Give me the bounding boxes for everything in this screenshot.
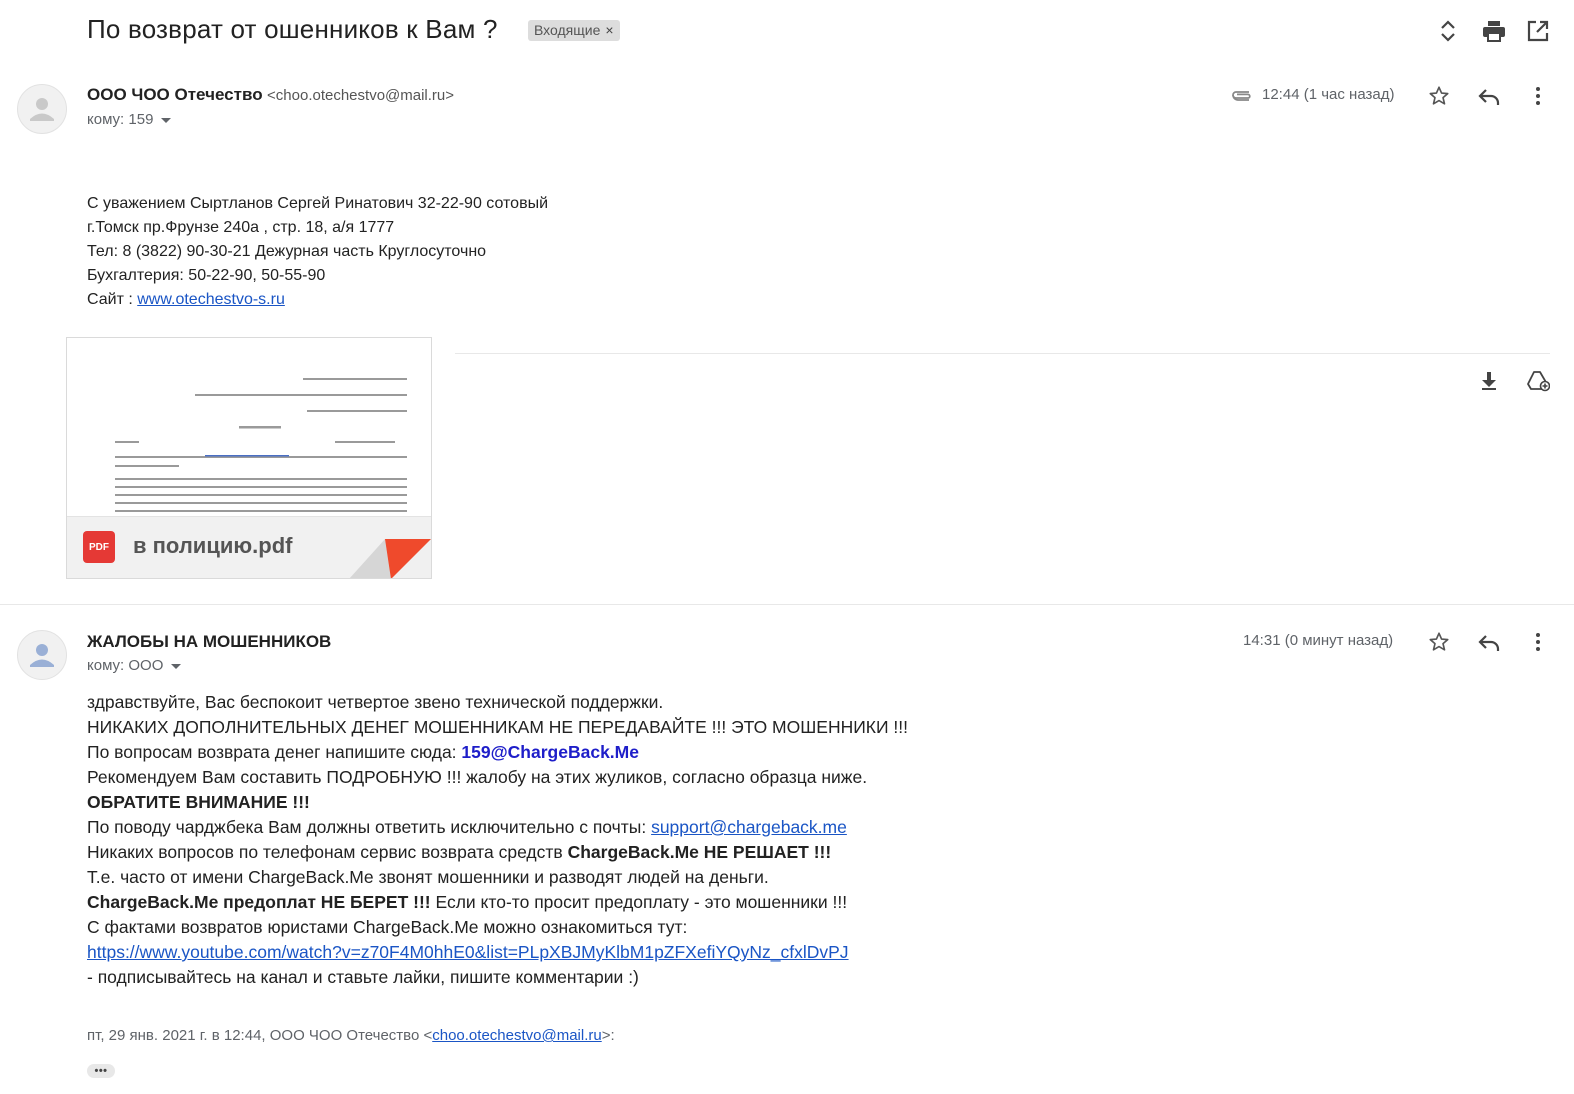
chevron-down-icon	[161, 117, 172, 123]
avatar	[17, 630, 67, 680]
recipients-text: кому: ООО	[87, 657, 164, 674]
open-in-new-window-icon[interactable]	[1523, 16, 1553, 46]
sender-email: <choo.otechestvo@mail.ru>	[267, 87, 455, 104]
signature-line: г.Томск пр.Фрунзе 240а , стр. 18, а/я 17…	[87, 219, 395, 236]
message-time: 12:44 (1 час назад)	[1262, 86, 1395, 103]
body-line-bold: ОБРАТИТЕ ВНИМАНИЕ !!!	[87, 792, 310, 812]
quote-prefix: пт, 29 янв. 2021 г. в 12:44, ООО ЧОО Оте…	[87, 1027, 433, 1044]
show-trimmed-content-button[interactable]: •••	[87, 1064, 115, 1078]
body-line: По поводу чарджбека Вам должны ответить …	[87, 815, 908, 840]
signature-line: С уважением Сыртланов Сергей Ринатович 3…	[87, 195, 549, 212]
body-text-bold: ChargeBack.Me предоплат НЕ БЕРЕТ !!!	[87, 892, 431, 912]
recipients-dropdown[interactable]: кому: 159	[87, 111, 172, 128]
message-body: здравствуйте, Вас беспокоит четвертое зв…	[87, 690, 908, 990]
message-divider	[0, 604, 1574, 605]
attachments-divider	[455, 353, 1550, 354]
more-vertical-icon[interactable]	[1522, 80, 1554, 112]
body-text: По вопросам возврата денег напишите сюда…	[87, 742, 462, 762]
star-icon[interactable]	[1423, 626, 1455, 658]
quote-suffix: >:	[601, 1027, 615, 1044]
body-line: ChargeBack.Me предоплат НЕ БЕРЕТ !!! Есл…	[87, 890, 908, 915]
attachment-preview	[67, 338, 431, 516]
paperclip-icon	[1229, 86, 1253, 104]
more-vertical-icon[interactable]	[1522, 626, 1554, 658]
message-time: 14:31 (0 минут назад)	[1243, 632, 1394, 649]
chevron-down-icon	[171, 663, 182, 669]
page-curl-icon	[349, 539, 431, 578]
body-line: Рекомендуем Вам составить ПОДРОБНУЮ !!! …	[87, 767, 868, 787]
sender-name: ЖАЛОБЫ НА МОШЕННИКОВ	[87, 632, 332, 651]
star-icon[interactable]	[1423, 80, 1455, 112]
quote-email-link[interactable]: choo.otechestvo@mail.ru	[432, 1027, 601, 1044]
support-email-link[interactable]: support@chargeback.me	[651, 817, 847, 837]
recipients-text: кому: 159	[87, 111, 154, 128]
message-body: С уважением Сыртланов Сергей Ринатович 3…	[87, 192, 548, 312]
body-line: здравствуйте, Вас беспокоит четвертое зв…	[87, 692, 664, 712]
body-text: Никаких вопросов по телефонам сервис воз…	[87, 842, 568, 862]
contact-email[interactable]: 159@ChargeBack.Me	[461, 742, 639, 762]
sender-name: ООО ЧОО Отечество	[87, 85, 263, 104]
signature-site-line: Сайт : www.otechestvo-s.ru	[87, 288, 548, 312]
body-text: По поводу чарджбека Вам должны ответить …	[87, 817, 652, 837]
signature-line: Тел: 8 (3822) 90-30-21 Дежурная часть Кр…	[87, 243, 487, 260]
label-chip-inbox[interactable]: Входящие ×	[528, 20, 620, 41]
download-icon[interactable]	[1473, 365, 1505, 397]
avatar	[17, 84, 67, 134]
body-line: По вопросам возврата денег напишите сюда…	[87, 740, 908, 765]
pdf-file-icon: PDF	[83, 531, 115, 563]
reply-icon[interactable]	[1473, 80, 1505, 112]
recipients-dropdown[interactable]: кому: ООО	[87, 657, 182, 674]
site-link[interactable]: www.otechestvo-s.ru	[137, 291, 285, 308]
youtube-link[interactable]: https://www.youtube.com/watch?v=z70F4M0h…	[87, 942, 849, 962]
sender-block: ООО ЧОО Отечество <choo.otechestvo@mail.…	[87, 85, 454, 105]
body-line: С фактами возвратов юристами ChargeBack.…	[87, 917, 688, 937]
body-line: Никаких вопросов по телефонам сервис воз…	[87, 840, 908, 865]
add-to-drive-icon[interactable]	[1522, 365, 1554, 397]
expand-collapse-icon[interactable]	[1433, 16, 1463, 46]
body-text: Если кто-то просит предоплату - это моше…	[430, 892, 848, 912]
quoted-header: пт, 29 янв. 2021 г. в 12:44, ООО ЧОО Оте…	[87, 1027, 615, 1044]
thread-subject: По возврат от ошенников к Вам ?	[87, 14, 498, 44]
body-text-bold: ChargeBack.Me НЕ РЕШАЕТ !!!	[567, 842, 832, 862]
body-line: https://www.youtube.com/watch?v=z70F4M0h…	[87, 940, 908, 965]
body-line: НИКАКИХ ДОПОЛНИТЕЛЬНЫХ ДЕНЕГ МОШЕННИКАМ …	[87, 717, 909, 737]
attachment-filename: в полицию.pdf	[133, 533, 293, 558]
reply-icon[interactable]	[1473, 626, 1505, 658]
print-icon[interactable]	[1479, 16, 1509, 46]
signature-line: Бухгалтерия: 50-22-90, 50-55-90	[87, 267, 326, 284]
body-line: - подписывайтесь на канал и ставьте лайк…	[87, 967, 639, 987]
site-label: Сайт :	[87, 291, 138, 308]
body-line: Т.е. часто от имени ChargeBack.Me звонят…	[87, 867, 769, 887]
attachment-card[interactable]: PDF в полицию.pdf	[66, 337, 432, 579]
label-chip-text: Входящие	[534, 22, 601, 38]
attachment-footer: PDF в полицию.pdf	[67, 516, 431, 578]
remove-label-button[interactable]: ×	[605, 22, 613, 38]
